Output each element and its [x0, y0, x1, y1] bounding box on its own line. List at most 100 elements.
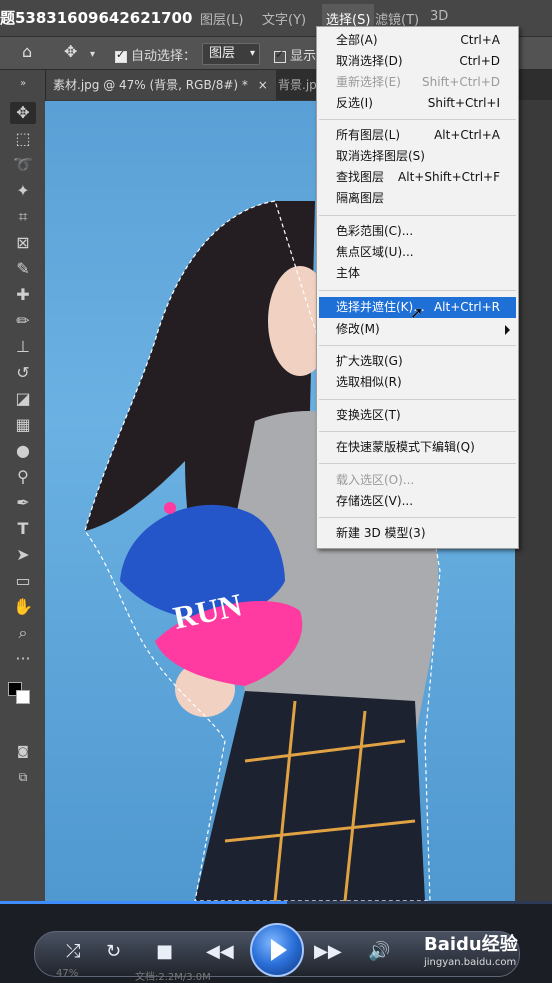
menu-layer[interactable]: 图层(L): [200, 9, 243, 28]
menu-item-similar[interactable]: 选取相似(R): [319, 372, 516, 393]
tab-document-active[interactable]: 素材.jpg @ 47% (背景, RGB/8#) * ×: [45, 70, 276, 100]
menu-item-quick-mask[interactable]: 在快速蒙版模式下编辑(Q): [319, 437, 516, 458]
menu-item-inverse[interactable]: 反选(I) Shift+Ctrl+I: [319, 93, 516, 114]
magic-wand-icon[interactable]: ✦: [10, 180, 36, 202]
crop-icon[interactable]: ⌗: [10, 206, 36, 228]
right-panel-strip: [515, 101, 552, 901]
volume-icon[interactable]: 🔊: [368, 937, 390, 967]
menu-item-all[interactable]: 全部(A) Ctrl+A: [319, 30, 516, 51]
menu-item-load-selection[interactable]: 载入选区(O)...: [319, 470, 516, 491]
hand-icon[interactable]: ✋: [10, 596, 36, 618]
shuffle-icon[interactable]: ⤮: [66, 937, 80, 967]
menu-item-shortcut: Ctrl+D: [459, 54, 500, 68]
menu-item-label: 存储选区(V)...: [336, 494, 414, 508]
menu-item-shortcut: Alt+Ctrl+R: [433, 300, 500, 314]
tab-label: 背景.jp: [278, 78, 317, 92]
checkbox-icon[interactable]: [274, 48, 286, 63]
move-icon[interactable]: ✥: [64, 42, 77, 61]
menu-item-deselect[interactable]: 取消选择(D) Ctrl+D: [319, 51, 516, 72]
menu-item-modify[interactable]: 修改(M): [319, 319, 516, 340]
menu-item-deselect-layers[interactable]: 取消选择图层(S): [319, 146, 516, 167]
home-icon[interactable]: ⌂: [22, 42, 32, 61]
pen-icon[interactable]: ✒: [10, 492, 36, 514]
background-color-swatch[interactable]: [16, 690, 30, 704]
menu-item-label: 反选(I): [336, 96, 373, 110]
show-label: 显示: [290, 49, 317, 64]
menu-item-label: 取消选择图层(S): [336, 149, 425, 163]
menu-separator: [319, 399, 516, 400]
path-select-icon[interactable]: ➤: [10, 544, 36, 566]
history-brush-icon[interactable]: ↺: [10, 362, 36, 384]
menu-item-label: 查找图层: [336, 170, 385, 184]
menu-item-isolate-layers[interactable]: 隔离图层: [319, 188, 516, 209]
status-doc: 文档:2.2M/3.0M: [135, 972, 211, 983]
stamp-icon[interactable]: ⊥: [10, 336, 36, 358]
lasso-icon[interactable]: ➰: [10, 154, 36, 176]
play-button[interactable]: [250, 923, 304, 977]
checkbox-checked-icon[interactable]: [115, 48, 127, 63]
menu-item-shortcut: Alt+Ctrl+A: [434, 128, 500, 142]
auto-select-label: 自动选择：: [131, 49, 197, 64]
menu-item-label: 色彩范围(C)...: [336, 224, 414, 238]
menu-item-grow[interactable]: 扩大选取(G): [319, 351, 516, 372]
menu-item-label: 在快速蒙版模式下编辑(Q): [336, 440, 475, 454]
more-icon[interactable]: ···: [10, 648, 36, 670]
collapse-icon[interactable]: »: [10, 73, 36, 95]
menu-separator: [319, 345, 516, 346]
menu-separator: [319, 431, 516, 432]
close-icon[interactable]: ×: [258, 78, 268, 92]
rectangle-icon[interactable]: ▭: [10, 570, 36, 592]
brush-icon[interactable]: ✏: [10, 310, 36, 332]
tab-label: 素材.jpg @ 47% (背景, RGB/8#) *: [53, 78, 248, 92]
menu-item-label: 主体: [336, 266, 361, 280]
menu-item-label: 载入选区(O)...: [336, 473, 415, 487]
menu-type[interactable]: 文字(Y): [262, 9, 306, 28]
menu-item-transform-selection[interactable]: 变换选区(T): [319, 405, 516, 426]
submenu-arrow-icon: [505, 325, 510, 335]
baidu-watermark: Baidu经验: [424, 934, 518, 955]
healing-icon[interactable]: ✚: [10, 284, 36, 306]
menu-item-color-range[interactable]: 色彩范围(C)...: [319, 221, 516, 242]
auto-select-checkbox[interactable]: 自动选择：: [115, 45, 196, 64]
rewind-icon[interactable]: ◀◀: [206, 937, 234, 967]
menu-item-label: 修改(M): [336, 322, 380, 336]
eyedropper-icon[interactable]: ✎: [10, 258, 36, 280]
quick-mask-icon[interactable]: ◙: [10, 740, 36, 762]
screen-mode-icon[interactable]: ⧉: [10, 766, 36, 788]
menu-item-shortcut: Alt+Shift+Ctrl+F: [398, 170, 500, 184]
menu-item-label: 隔离图层: [336, 191, 385, 205]
menu-item-label: 全部(A): [336, 33, 378, 47]
stop-icon[interactable]: ■: [156, 937, 173, 967]
frame-icon[interactable]: ⊠: [10, 232, 36, 254]
menu-item-label: 变换选区(T): [336, 408, 401, 422]
menu-separator: [319, 517, 516, 518]
blur-icon[interactable]: ●: [10, 440, 36, 462]
repeat-icon[interactable]: ↻: [106, 937, 121, 967]
menu-item-find-layers[interactable]: 查找图层 Alt+Shift+Ctrl+F: [319, 167, 516, 188]
move-icon[interactable]: ✥: [10, 102, 36, 124]
menu-item-new-3d-model[interactable]: 新建 3D 模型(3): [319, 523, 516, 544]
progress-track[interactable]: [0, 901, 552, 904]
menu-item-reselect[interactable]: 重新选择(E) Shift+Ctrl+D: [319, 72, 516, 93]
menu-item-label: 所有图层(L): [336, 128, 401, 142]
layer-select[interactable]: 图层 ▾: [202, 43, 260, 65]
gradient-icon[interactable]: ▦: [10, 414, 36, 436]
marquee-icon[interactable]: ⬚: [10, 128, 36, 150]
show-transform-checkbox[interactable]: 显示: [274, 45, 316, 64]
menu-item-label: 焦点区域(U)...: [336, 245, 414, 259]
cursor-icon: ➚: [410, 303, 424, 322]
menu-item-focus-area[interactable]: 焦点区域(U)...: [319, 242, 516, 263]
menu-3d[interactable]: 3D: [430, 9, 448, 24]
menu-item-shortcut: Ctrl+A: [460, 33, 500, 47]
eraser-icon[interactable]: ◪: [10, 388, 36, 410]
fast-forward-icon[interactable]: ▶▶: [314, 937, 342, 967]
menu-item-label: 选取相似(R): [336, 375, 402, 389]
chevron-down-icon[interactable]: ▾: [90, 49, 95, 60]
menu-item-subject[interactable]: 主体: [319, 263, 516, 284]
menu-item-all-layers[interactable]: 所有图层(L) Alt+Ctrl+A: [319, 125, 516, 146]
menu-item-save-selection[interactable]: 存储选区(V)...: [319, 491, 516, 512]
dodge-icon[interactable]: ⚲: [10, 466, 36, 488]
menu-separator: [319, 215, 516, 216]
type-icon[interactable]: T: [10, 518, 36, 540]
zoom-icon[interactable]: ⌕: [10, 622, 36, 644]
